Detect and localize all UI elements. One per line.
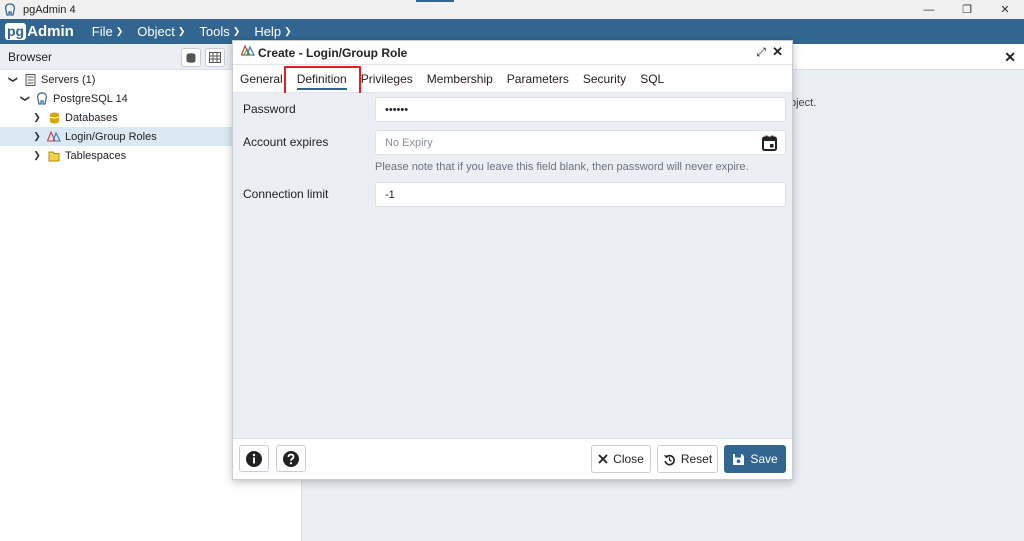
pgadmin-logo: pg Admin xyxy=(5,22,74,41)
dialog-header: Create - Login/Group Role ⤢ ✕ xyxy=(233,41,792,65)
dialog-title: Create - Login/Group Role xyxy=(258,45,408,60)
tree-item-label: Login/Group Roles xyxy=(65,130,157,143)
connection-limit-field[interactable]: -1 xyxy=(375,182,786,207)
elephant-icon xyxy=(35,92,49,106)
tab-parameters[interactable]: Parameters xyxy=(500,65,576,93)
tab-privileges[interactable]: Privileges xyxy=(354,65,420,93)
menu-object-label: Object xyxy=(137,24,175,39)
dialog-tabs: General Definition Privileges Membership… xyxy=(233,65,792,96)
close-icon xyxy=(598,454,608,464)
tree-item-databases[interactable]: ❯ Databases xyxy=(32,108,118,127)
close-button[interactable]: Close xyxy=(591,445,651,473)
restore-button[interactable]: ❐ xyxy=(948,0,986,19)
help-button[interactable] xyxy=(276,445,306,472)
chevron-down-icon[interactable]: ❯ xyxy=(20,94,31,104)
panel-close-icon[interactable]: ✕ xyxy=(1004,49,1016,66)
menu-file-label: File xyxy=(91,24,113,39)
titlebar-accent xyxy=(416,0,454,2)
window-title: pgAdmin 4 xyxy=(23,3,76,16)
reset-button[interactable]: Reset xyxy=(657,445,718,473)
password-field[interactable]: •••••• xyxy=(375,97,786,122)
chevron-down-icon: ❯ xyxy=(177,26,186,36)
tree-item-label: Servers (1) xyxy=(41,73,96,86)
account-expires-note: Please note that if you leave this field… xyxy=(375,161,749,173)
chevron-right-icon[interactable]: ❯ xyxy=(32,150,42,161)
tab-general[interactable]: General xyxy=(233,65,290,93)
tab-security[interactable]: Security xyxy=(576,65,633,93)
chevron-down-icon: ❯ xyxy=(115,26,124,36)
account-expires-placeholder: No Expiry xyxy=(385,136,433,149)
reset-icon xyxy=(663,453,676,466)
elephant-icon xyxy=(4,3,18,17)
browser-title: Browser xyxy=(8,49,53,64)
account-expires-field[interactable]: No Expiry xyxy=(375,130,786,155)
tab-definition[interactable]: Definition xyxy=(290,65,354,93)
chevron-down-icon: ❯ xyxy=(232,26,241,36)
query-tool-button[interactable] xyxy=(181,48,201,67)
view-data-button[interactable] xyxy=(205,48,225,67)
logo-pg: pg xyxy=(5,23,27,40)
tab-membership[interactable]: Membership xyxy=(420,65,500,93)
window-titlebar: pgAdmin 4 — ❐ ✕ xyxy=(0,0,1024,19)
database-icon xyxy=(47,111,61,125)
chevron-right-icon[interactable]: ❯ xyxy=(32,131,42,142)
account-expires-label: Account expires xyxy=(243,135,329,149)
dialog-footer: Close Reset Save xyxy=(233,438,792,479)
password-label: Password xyxy=(243,102,296,116)
save-button[interactable]: Save xyxy=(724,445,786,473)
roles-icon xyxy=(240,44,255,60)
tree-item-postgresql-14[interactable]: ❯ PostgreSQL 14 xyxy=(20,89,128,108)
menu-file[interactable]: File ❯ xyxy=(92,24,124,39)
tree-item-label: Tablespaces xyxy=(65,149,127,162)
chevron-right-icon[interactable]: ❯ xyxy=(32,112,42,123)
reset-button-label: Reset xyxy=(680,452,713,466)
save-icon xyxy=(732,453,745,466)
chevron-down-icon: ❯ xyxy=(284,26,292,36)
tree-item-label: Databases xyxy=(65,111,118,124)
chevron-down-icon[interactable]: ❯ xyxy=(8,75,19,85)
table-icon xyxy=(209,52,221,63)
save-button-label: Save xyxy=(750,452,778,466)
roles-icon xyxy=(47,130,61,144)
tab-sql[interactable]: SQL xyxy=(633,65,671,93)
expand-icon[interactable]: ⤢ xyxy=(756,45,766,60)
definition-form: Password •••••• Account expires No Expir… xyxy=(233,93,792,440)
close-button-label: Close xyxy=(613,452,644,466)
menu-tools[interactable]: Tools ❯ xyxy=(199,24,240,39)
info-button[interactable] xyxy=(239,445,269,472)
logo-admin: Admin xyxy=(27,23,74,40)
menu-object[interactable]: Object ❯ xyxy=(137,24,185,39)
main-panel-text: bject. xyxy=(790,97,817,109)
help-icon xyxy=(283,450,299,467)
menu-tools-label: Tools xyxy=(199,24,230,39)
create-login-role-dialog: Create - Login/Group Role ⤢ ✕ General De… xyxy=(232,40,793,480)
calendar-icon[interactable] xyxy=(762,135,777,154)
window-close-button[interactable]: ✕ xyxy=(986,0,1024,19)
menu-help-label: Help xyxy=(254,24,282,39)
tree-item-tablespaces[interactable]: ❯ Tablespaces xyxy=(32,146,126,165)
dialog-close-icon[interactable]: ✕ xyxy=(772,44,783,60)
tree-item-servers[interactable]: ❯ Servers (1) xyxy=(8,70,95,89)
menu-help[interactable]: Help ❯ xyxy=(254,24,291,39)
info-icon xyxy=(246,450,262,467)
tree-item-label: PostgreSQL 14 xyxy=(53,92,128,105)
tablespaces-icon xyxy=(47,149,61,163)
database-icon xyxy=(186,52,196,63)
connection-limit-label: Connection limit xyxy=(243,187,329,201)
minimize-button[interactable]: — xyxy=(910,0,948,19)
servers-icon xyxy=(23,73,37,87)
